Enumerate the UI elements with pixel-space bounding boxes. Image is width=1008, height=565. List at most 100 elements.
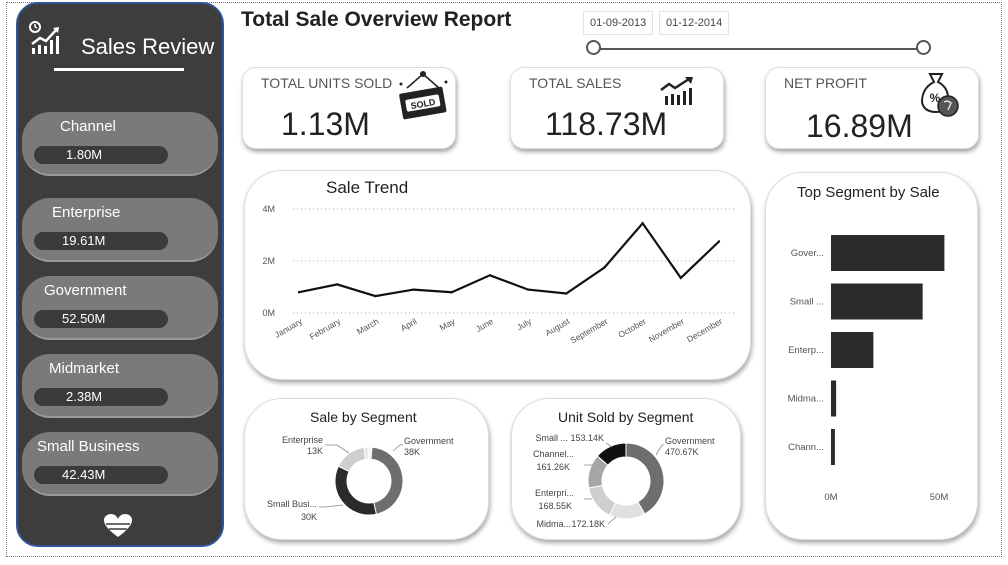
sale-trend-chart[interactable]: 0M 2M 4M January February March April May June Ju… (245, 171, 751, 380)
kpi-label: TOTAL UNITS SOLD (261, 75, 393, 91)
segment-card-midmarket[interactable]: Midmarket 2.38M (22, 354, 218, 418)
x-tick-label: April (399, 316, 419, 333)
x-tick-label: August (543, 316, 571, 338)
segment-card-government[interactable]: Government 52.50M (22, 276, 218, 340)
segment-value: 1.80M (34, 146, 168, 164)
data-point (412, 288, 415, 291)
data-point (679, 276, 683, 280)
sidebar: Sales Review Channel 1.80M Enterprise 19… (16, 2, 224, 547)
segment-value: 2.38M (34, 388, 168, 406)
leader-line (392, 444, 403, 452)
slice-value-label: 30K (301, 512, 317, 522)
y-category-label: Small ... (790, 297, 824, 308)
slice-name-label: Government (665, 436, 715, 446)
segment-value: 42.43M (34, 466, 168, 484)
slice-value-label: 13K (307, 446, 323, 456)
slice-value-label: 38K (404, 447, 420, 457)
x-tick-label: 0M (824, 492, 837, 503)
kpi-value: 118.73M (545, 106, 668, 142)
slice-name-label: Midma... (536, 519, 571, 529)
brand: Sales Review (26, 20, 216, 70)
unit-sold-by-segment-panel: Unit Sold by Segment Government 470.67K Mi… (511, 398, 741, 540)
segment-name: Midmarket (49, 360, 120, 377)
data-point (717, 240, 721, 243)
data-point (297, 291, 301, 294)
slice-value-label: 153.14K (570, 433, 604, 443)
kpi-label: NET PROFIT (784, 75, 867, 91)
y-category-label: Enterp... (788, 345, 824, 356)
date-start-input[interactable]: 01-09-2013 (583, 11, 654, 35)
donut-slice (337, 446, 367, 473)
sale-by-segment-panel: Sale by Segment Government 38K Small Busi.… (244, 398, 489, 540)
x-tick-label: July (515, 316, 534, 333)
sold-sign-icon: SOLD (399, 71, 448, 120)
report-title: Total Sale Overview Report (241, 8, 512, 31)
segment-value: 19.61M (34, 232, 168, 250)
bar (831, 380, 837, 417)
x-tick-label: December (685, 316, 724, 344)
x-tick-label: September (568, 316, 609, 346)
slice-value-label: 168.55K (538, 501, 572, 511)
bar (831, 283, 923, 320)
sale-trend-line (298, 221, 720, 298)
donut-slice (367, 446, 373, 460)
data-point (335, 283, 339, 286)
kpi-total-units: TOTAL UNITS SOLD 1.13M SOLD (242, 67, 456, 149)
data-point (526, 288, 530, 291)
brand-title: Sales Review (81, 34, 215, 59)
slice-name-label: Government (404, 436, 454, 446)
top-segment-panel: Top Segment by Sale Gover... Small ... Ent… (765, 172, 978, 540)
data-point (488, 274, 492, 277)
sale-by-segment-chart[interactable]: Government38K Small Busi... 30K Enterprise1… (245, 399, 489, 540)
slice-value-label: 470.67K (665, 447, 699, 457)
data-point (603, 266, 606, 269)
heart-icon[interactable] (104, 514, 132, 538)
segment-name: Channel (60, 118, 116, 135)
y-category-label: Midma... (788, 394, 824, 405)
y-category-label: Gover... (791, 248, 824, 259)
bar (831, 332, 874, 368)
x-tick-label: May (438, 316, 458, 333)
x-tick-label: October (616, 316, 647, 340)
slice-value-label: 161.26K (536, 462, 570, 472)
kpi-value: 1.13M (281, 106, 370, 142)
date-slider-track[interactable] (594, 48, 924, 50)
segment-card-small-business[interactable]: Small Business 42.43M (22, 432, 218, 496)
top-segment-chart[interactable]: Gover... Small ... Enterp... Midma... Chann.… (766, 173, 978, 540)
slice-value-label: 172.18K (571, 519, 605, 529)
leader-line (319, 504, 344, 508)
x-tick-label: February (308, 316, 343, 342)
slice-name-label: Channel... (533, 449, 574, 459)
slice-name-label: Enterpri... (535, 488, 574, 498)
bar (831, 429, 835, 465)
segment-value: 52.50M (34, 310, 168, 328)
donut-slice (588, 484, 617, 516)
y-category-label: Chann... (788, 442, 824, 453)
data-point (641, 222, 644, 225)
segment-card-enterprise[interactable]: Enterprise 19.61M (22, 198, 218, 262)
y-tick-label: 2M (262, 256, 275, 266)
donut-slice (370, 446, 404, 515)
x-tick-label: March (355, 316, 381, 337)
x-tick-label: January (273, 316, 305, 340)
segment-card-channel[interactable]: Channel 1.80M (22, 112, 218, 176)
date-slider-start-handle[interactable] (586, 40, 601, 55)
leader-line (325, 444, 350, 454)
date-slider-end-handle[interactable] (916, 40, 931, 55)
slice-name-label: Small ... (535, 433, 568, 443)
x-tick-label: 50M (930, 492, 949, 503)
kpi-value: 16.89M (806, 108, 913, 144)
growth-chart-icon (660, 77, 693, 105)
leader-line (607, 516, 617, 525)
kpi-total-sales: TOTAL SALES 118.73M (510, 67, 724, 149)
x-tick-label: November (647, 316, 686, 344)
slice-name-label: Enterprise (282, 435, 323, 445)
sale-trend-panel: Sale Trend 0M 2M 4M January February March Apr… (244, 170, 751, 380)
sales-chart-icon (29, 21, 59, 54)
segment-name: Government (44, 282, 127, 299)
unit-sold-by-segment-chart[interactable]: Government470.67K Midma... 172.18K Enterpri… (512, 399, 741, 540)
date-end-input[interactable]: 01-12-2014 (659, 11, 730, 35)
donut-slice (625, 442, 665, 515)
data-point (450, 291, 453, 294)
kpi-net-profit: NET PROFIT 16.89M % (765, 67, 979, 149)
